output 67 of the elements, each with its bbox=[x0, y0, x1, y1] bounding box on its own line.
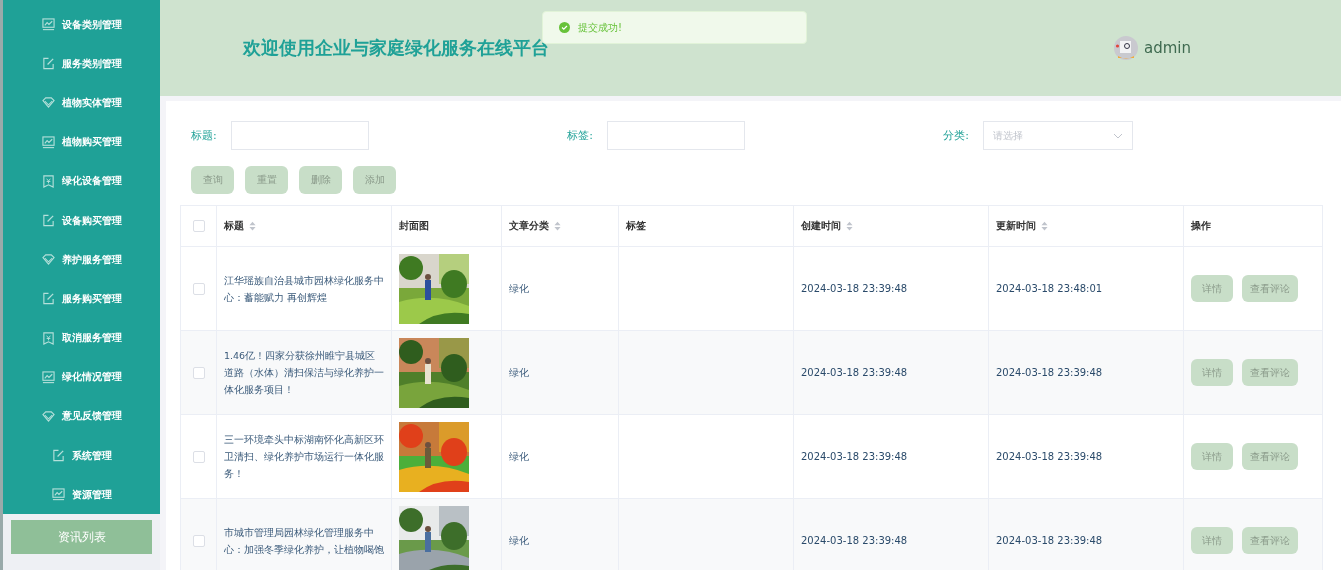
column-header[interactable]: 文章分类 bbox=[509, 219, 561, 233]
row-action-button[interactable]: 详情 bbox=[1191, 527, 1233, 554]
menu-label: 资源管理 bbox=[71, 487, 112, 502]
row-action-button[interactable]: 查看评论 bbox=[1242, 275, 1298, 302]
menu-label: 系统管理 bbox=[71, 448, 112, 463]
table-cell: 2024-03-18 23:39:48 bbox=[801, 367, 908, 378]
sidebar-item[interactable]: 绿化情况管理 bbox=[3, 357, 160, 397]
sidebar-item[interactable]: 服务购买管理 bbox=[3, 279, 160, 319]
sidebar-item[interactable]: 设备购买管理 bbox=[3, 200, 160, 241]
sidebar-item[interactable]: 取消服务管理 bbox=[3, 318, 160, 358]
sidebar-item[interactable]: 植物实体管理 bbox=[3, 83, 160, 123]
table-cell: 绿化 bbox=[509, 533, 529, 548]
column-header[interactable]: 标题 bbox=[224, 219, 256, 233]
menu-label: 养护服务管理 bbox=[61, 252, 122, 267]
table-cell: 2024-03-18 23:48:01 bbox=[996, 283, 1103, 294]
action-button[interactable]: 删除 bbox=[299, 166, 342, 194]
menu-label: 绿化情况管理 bbox=[61, 370, 122, 385]
menu-label: 植物购买管理 bbox=[61, 135, 122, 150]
table-cell-text: 市城市管理局园林绿化管理服务中心：加强冬季绿化养护，让植物喝饱 bbox=[224, 525, 385, 557]
row-action-button[interactable]: 查看评论 bbox=[1242, 359, 1298, 386]
menu-label: 设备购买管理 bbox=[61, 213, 122, 228]
column-header[interactable]: 更新时间 bbox=[996, 219, 1048, 233]
row-action-button[interactable]: 详情 bbox=[1191, 275, 1233, 302]
table-cell: 2024-03-18 23:39:48 bbox=[801, 451, 908, 462]
sidebar-item[interactable]: 服务类别管理 bbox=[3, 44, 160, 84]
menu-label: 服务类别管理 bbox=[61, 56, 122, 71]
row-action-button[interactable]: 查看评论 bbox=[1242, 443, 1298, 470]
row-action-button[interactable]: 详情 bbox=[1191, 359, 1233, 386]
filter-label: 分类: bbox=[943, 128, 969, 143]
filter-label: 标题: bbox=[191, 128, 217, 143]
table-cell-text: 1.46亿！四家分获徐州睢宁县城区道路（水体）清扫保洁与绿化养护一体化服务项目！ bbox=[224, 349, 385, 397]
table-cell: 2024-03-18 23:39:48 bbox=[996, 367, 1103, 378]
table-cell-text: 江华瑶族自治县城市园林绿化服务中心：蓄能赋力 再创辉煌 bbox=[224, 273, 385, 305]
toast-message: 提交成功! bbox=[578, 20, 622, 35]
sidebar-item[interactable]: 植物购买管理 bbox=[3, 122, 160, 162]
table-cell: 2024-03-18 23:39:48 bbox=[801, 283, 908, 294]
row-action-button[interactable]: 详情 bbox=[1191, 443, 1233, 470]
column-header[interactable]: 创建时间 bbox=[801, 219, 853, 233]
column-header: 标签 bbox=[626, 219, 646, 233]
action-button[interactable]: 添加 bbox=[353, 166, 396, 194]
filter-label: 标签: bbox=[567, 128, 593, 143]
table-cell: 绿化 bbox=[509, 281, 529, 296]
menu-label: 意见反馈管理 bbox=[61, 409, 122, 424]
sidebar-item[interactable]: 养护服务管理 bbox=[3, 240, 160, 280]
sidebar-item[interactable]: 绿化设备管理 bbox=[3, 161, 160, 201]
site-title: 欢迎使用企业与家庭绿化服务在线平台 bbox=[243, 36, 549, 60]
user-name[interactable]: admin bbox=[1144, 39, 1191, 57]
sidebar-item[interactable]: 系统管理 bbox=[3, 436, 160, 476]
table-cell: 2024-03-18 23:39:48 bbox=[996, 535, 1103, 546]
menu-label: 绿化设备管理 bbox=[61, 174, 122, 189]
submenu-item[interactable]: 资讯列表 bbox=[11, 520, 152, 555]
sidebar-item[interactable]: 设备类别管理 bbox=[3, 5, 160, 45]
table-cell: 2024-03-18 23:39:48 bbox=[996, 451, 1103, 462]
table-cell: 绿化 bbox=[509, 365, 529, 380]
row-action-button[interactable]: 查看评论 bbox=[1242, 527, 1298, 554]
table-cell-text: 三一环境牵头中标湖南怀化高新区环卫清扫、绿化养护市场运行一体化服务！ bbox=[224, 433, 385, 481]
menu-label: 设备类别管理 bbox=[61, 17, 122, 32]
menu-label: 取消服务管理 bbox=[61, 331, 122, 346]
column-header: 封面图 bbox=[399, 219, 429, 233]
menu-label: 植物实体管理 bbox=[61, 95, 122, 110]
table-cell: 绿化 bbox=[509, 449, 529, 464]
sidebar-item[interactable]: 意见反馈管理 bbox=[3, 396, 160, 437]
menu-label: 服务购买管理 bbox=[61, 291, 122, 306]
column-header: 操作 bbox=[1191, 219, 1211, 233]
action-button[interactable]: 查询 bbox=[191, 166, 234, 194]
table-cell: 2024-03-18 23:39:48 bbox=[801, 535, 908, 546]
sidebar-item[interactable]: 资源管理 bbox=[3, 475, 160, 515]
